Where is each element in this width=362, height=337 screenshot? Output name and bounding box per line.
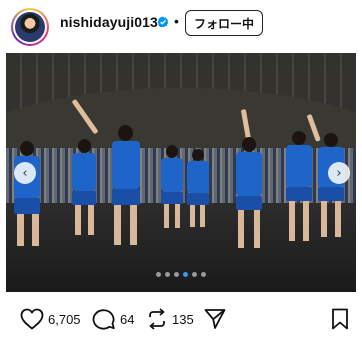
carousel-dot [174, 272, 179, 277]
comment-button[interactable]: 64 [92, 308, 134, 330]
avatar-ring [13, 10, 47, 44]
player-figure [71, 97, 154, 249]
post-header: nishidayuji0130 • フォロー中 [0, 0, 362, 52]
like-count: 6,705 [48, 311, 81, 327]
following-button[interactable]: フォロー中 [185, 10, 263, 36]
carousel-dot [201, 272, 206, 277]
instagram-post: nishidayuji0130 • フォロー中 ‹ › 6,705 64 135 [0, 0, 362, 337]
save-button[interactable] [331, 308, 349, 330]
player-figure [66, 139, 106, 239]
heart-icon [20, 308, 44, 330]
share-button[interactable] [204, 308, 226, 330]
repost-count: 135 [172, 311, 194, 327]
verified-badge-icon [157, 16, 169, 28]
player-figure [10, 141, 56, 251]
comment-count: 64 [120, 311, 135, 327]
carousel-dot [156, 272, 161, 277]
post-photo[interactable]: ‹ › [6, 53, 356, 292]
carousel-prev-button[interactable]: ‹ [14, 162, 36, 184]
chevron-right-icon: › [336, 165, 342, 181]
carousel-dot [192, 272, 197, 277]
carousel-indicator [6, 272, 356, 280]
chevron-left-icon: ‹ [22, 165, 28, 181]
carousel-dot [165, 272, 170, 277]
player-figure [306, 113, 352, 241]
bookmark-icon [332, 308, 348, 330]
player-figure [182, 149, 214, 229]
username[interactable]: nishidayuji0130 [60, 14, 166, 30]
repost-icon [149, 308, 165, 330]
send-icon [204, 309, 226, 329]
avatar[interactable] [11, 8, 49, 46]
action-bar: 6,705 64 135 [0, 300, 362, 337]
carousel-next-button[interactable]: › [328, 162, 350, 184]
avatar-image [15, 12, 45, 42]
player-figure [228, 109, 272, 253]
comment-icon [92, 309, 115, 330]
like-button[interactable]: 6,705 [20, 308, 81, 330]
repost-button[interactable]: 135 [146, 308, 194, 330]
carousel-dot [183, 272, 188, 277]
separator-dot: • [174, 13, 179, 29]
